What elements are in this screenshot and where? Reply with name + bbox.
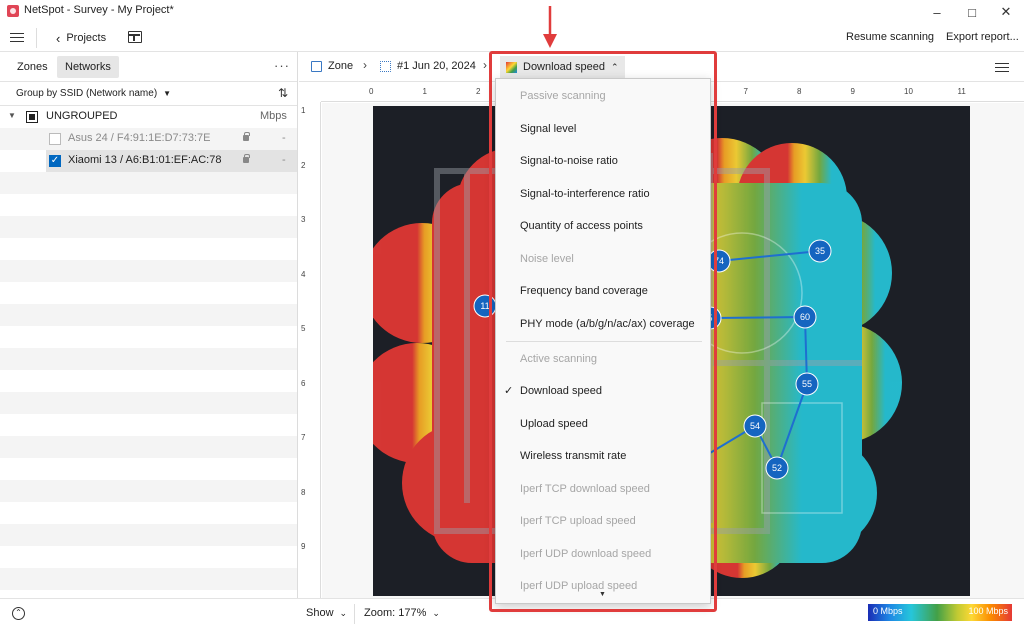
network-list xyxy=(0,106,297,598)
ruler-tick-label: 4 xyxy=(301,269,306,279)
ruler-tick-label: 1 xyxy=(422,87,427,96)
tab-networks[interactable]: Networks xyxy=(57,56,119,78)
ruler-tick-label: 7 xyxy=(301,433,306,442)
panel-layout-icon[interactable] xyxy=(128,31,142,43)
chevron-down-icon: ⌄ xyxy=(432,607,440,618)
close-button[interactable]: ✕ xyxy=(989,0,1023,24)
projects-back-button[interactable]: ‹ Projects xyxy=(56,29,106,47)
chevron-left-icon: ‹ xyxy=(56,30,61,46)
minimize-button[interactable]: – xyxy=(920,0,954,24)
units-label: Mbps xyxy=(260,110,287,122)
network-label: Xiaomi 13 / A6:B1:01:EF:AC:78 xyxy=(68,154,222,166)
chevron-down-icon: ⌄ xyxy=(339,607,348,618)
zone-icon xyxy=(311,60,322,72)
info-icon[interactable]: ⌃ xyxy=(12,607,25,620)
sort-icon[interactable]: ⇅ xyxy=(278,86,288,100)
maximize-button[interactable]: □ xyxy=(955,0,989,24)
tab-zones[interactable]: Zones xyxy=(10,56,55,78)
ruler-tick-label: 8 xyxy=(797,87,802,96)
ruler-tick-label: 6 xyxy=(301,378,306,388)
hamburger-menu-icon[interactable] xyxy=(10,30,24,44)
annotation-highlight-box xyxy=(489,51,717,612)
projects-label: Projects xyxy=(66,32,107,44)
title-bar: NetSpot - Survey - My Project* – □ ✕ xyxy=(0,0,1024,24)
caret-down-icon[interactable]: ▼ xyxy=(8,111,16,120)
chevron-right-icon: › xyxy=(483,58,487,72)
export-report-button[interactable]: Export report... xyxy=(946,31,1019,43)
speed-legend: 0 Mbps 100 Mbps xyxy=(868,604,1012,621)
measurement-point[interactable]: 52 xyxy=(765,456,789,480)
point-value: 54 xyxy=(750,421,760,431)
network-row-xiaomi[interactable]: ✓ Xiaomi 13 / A6:B1:01:EF:AC:78 - xyxy=(0,150,297,172)
network-checkbox[interactable] xyxy=(49,133,61,145)
point-value: 60 xyxy=(800,312,810,322)
ruler-tick-label: 10 xyxy=(904,87,913,96)
ruler-tick-label: 2 xyxy=(301,160,306,170)
more-options-button[interactable]: ··· xyxy=(274,58,290,73)
toolbar: ‹ Projects Resume scanning Export report… xyxy=(0,24,1024,52)
breadcrumb-survey[interactable]: #1 Jun 20, 2024 xyxy=(380,60,476,72)
lock-icon xyxy=(243,132,250,141)
network-checkbox-checked[interactable]: ✓ xyxy=(49,155,61,167)
resume-scanning-button[interactable]: Resume scanning xyxy=(846,31,934,43)
zoom-label: Zoom: 177% xyxy=(364,607,427,619)
zone-label: Zone xyxy=(328,60,354,72)
group-by-row: Group by SSID (Network name) ▼ ⇅ xyxy=(0,82,297,106)
measurement-point[interactable]: 55 xyxy=(795,372,819,396)
ruler-corner xyxy=(299,82,321,102)
chevron-right-icon: › xyxy=(363,58,367,72)
group-label: UNGROUPED xyxy=(46,110,118,122)
app-icon xyxy=(7,5,19,17)
ruler-tick-label: 9 xyxy=(301,542,306,551)
toolbar-divider xyxy=(36,28,37,48)
ruler-tick-label: 9 xyxy=(850,87,855,96)
ruler-tick-label: 8 xyxy=(301,487,306,497)
measurement-point[interactable]: 60 xyxy=(793,305,817,329)
window-title: NetSpot - Survey - My Project* xyxy=(24,4,174,16)
network-value: - xyxy=(282,154,286,166)
show-dropdown[interactable]: Show ⌄ xyxy=(306,607,347,619)
ruler-tick-label: 1 xyxy=(301,106,306,115)
network-row-asus[interactable]: Asus 24 / F4:91:1E:D7:73:7E - xyxy=(0,128,297,150)
chevron-down-icon: ▼ xyxy=(163,89,172,98)
sliders-settings-icon[interactable] xyxy=(995,60,1009,74)
network-label: Asus 24 / F4:91:1E:D7:73:7E xyxy=(68,132,211,144)
status-divider xyxy=(354,604,355,624)
group-by-select[interactable]: Group by SSID (Network name) ▼ xyxy=(16,88,171,99)
zoom-dropdown[interactable]: Zoom: 177% ⌄ xyxy=(364,607,440,619)
network-value: - xyxy=(282,132,286,144)
show-label: Show xyxy=(306,607,334,619)
breadcrumb-zone[interactable]: Zone xyxy=(311,60,353,72)
group-row-ungrouped[interactable]: ▼ UNGROUPED Mbps xyxy=(0,106,297,128)
lock-icon xyxy=(243,154,250,163)
ruler-tick-label: 5 xyxy=(301,324,306,333)
annotation-arrow-icon xyxy=(543,6,557,48)
panel-tabs: Zones Networks ··· xyxy=(0,52,297,82)
legend-min-label: 0 Mbps xyxy=(873,606,903,616)
ruler-tick-label: 3 xyxy=(301,215,306,224)
group-by-label: Group by SSID (Network name) xyxy=(16,88,158,99)
point-value: 52 xyxy=(772,463,782,473)
ruler-tick-label: 0 xyxy=(369,87,374,96)
networks-panel: Zones Networks ··· Group by SSID (Networ… xyxy=(0,52,298,598)
measurement-point[interactable]: 54 xyxy=(743,414,767,438)
group-checkbox[interactable] xyxy=(26,111,38,123)
measurement-point[interactable]: 35 xyxy=(808,239,832,263)
point-value: 55 xyxy=(802,379,812,389)
ruler-tick-label: 7 xyxy=(743,87,748,96)
ruler-left: 1 2 3 4 5 6 7 8 9 xyxy=(299,102,321,598)
survey-icon xyxy=(380,60,391,72)
survey-label: #1 Jun 20, 2024 xyxy=(397,60,476,72)
ruler-tick-label: 2 xyxy=(476,87,481,96)
legend-max-label: 100 Mbps xyxy=(968,606,1008,616)
ruler-tick-label: 11 xyxy=(957,87,966,96)
point-value: 35 xyxy=(815,246,825,256)
